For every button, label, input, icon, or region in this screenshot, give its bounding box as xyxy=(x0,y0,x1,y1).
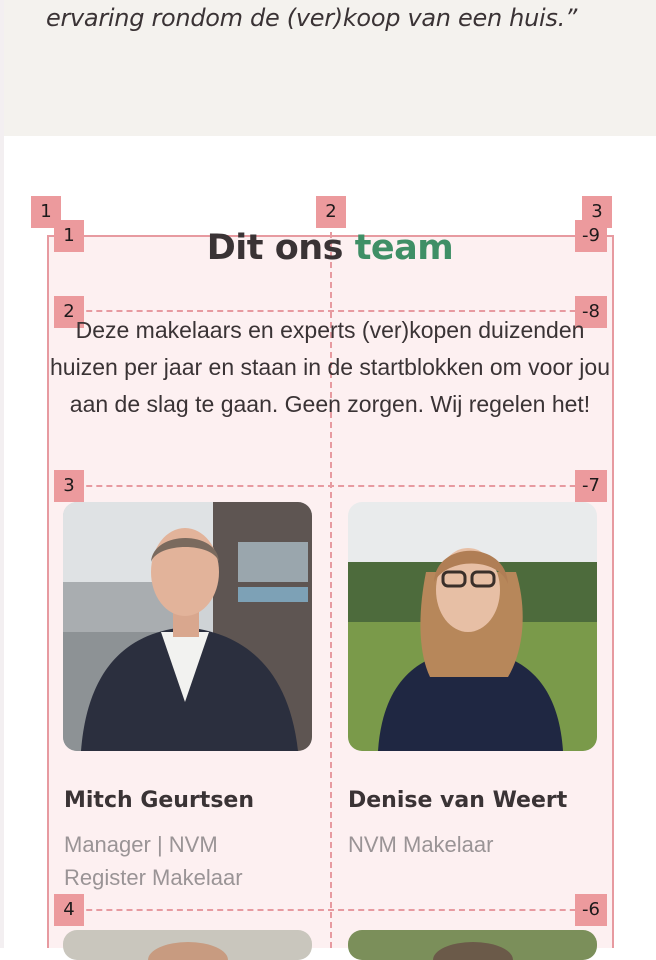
team-member-photo-2[interactable] xyxy=(348,502,597,751)
grid-row-badge-4: 4 xyxy=(54,894,84,926)
team-intro-text: Deze makelaars en experts (ver)kopen dui… xyxy=(50,317,610,417)
team-member-photo-3[interactable] xyxy=(63,930,312,960)
grid-row-neg-badge-7: -7 xyxy=(575,470,607,502)
grid-row-line-4 xyxy=(56,909,606,911)
grid-row-line-3 xyxy=(56,485,606,487)
grid-row-badge-3: 3 xyxy=(54,470,84,502)
team-title-accent: team xyxy=(354,228,454,268)
grid-column-badge-2: 2 xyxy=(316,196,346,228)
team-section-title: Dit ons team xyxy=(130,228,530,268)
team-member-photo-4[interactable] xyxy=(348,930,597,960)
portrait-image-2 xyxy=(348,502,597,751)
testimonial-quote: ervaring rondom de (ver)koop van een hui… xyxy=(46,4,578,32)
grid-row-neg-badge-9: -9 xyxy=(575,220,607,252)
portrait-image-4 xyxy=(348,930,597,960)
grid-row-badge-1: 1 xyxy=(54,220,84,252)
team-member-name-2[interactable]: Denise van Weert xyxy=(348,788,567,813)
page-edge xyxy=(0,0,4,948)
team-member-role-2: NVM Makelaar xyxy=(348,832,494,857)
portrait-image-3 xyxy=(63,930,312,960)
team-member-photo-1[interactable] xyxy=(63,502,312,751)
team-member-role-1: Manager | NVM Register Makelaar xyxy=(64,832,243,890)
testimonial-band: ervaring rondom de (ver)koop van een hui… xyxy=(4,0,656,136)
portrait-image-1 xyxy=(63,502,312,751)
team-title-main: Dit ons xyxy=(206,228,355,268)
grid-row-neg-badge-6: -6 xyxy=(575,894,607,926)
team-member-name-1[interactable]: Mitch Geurtsen xyxy=(64,788,254,813)
